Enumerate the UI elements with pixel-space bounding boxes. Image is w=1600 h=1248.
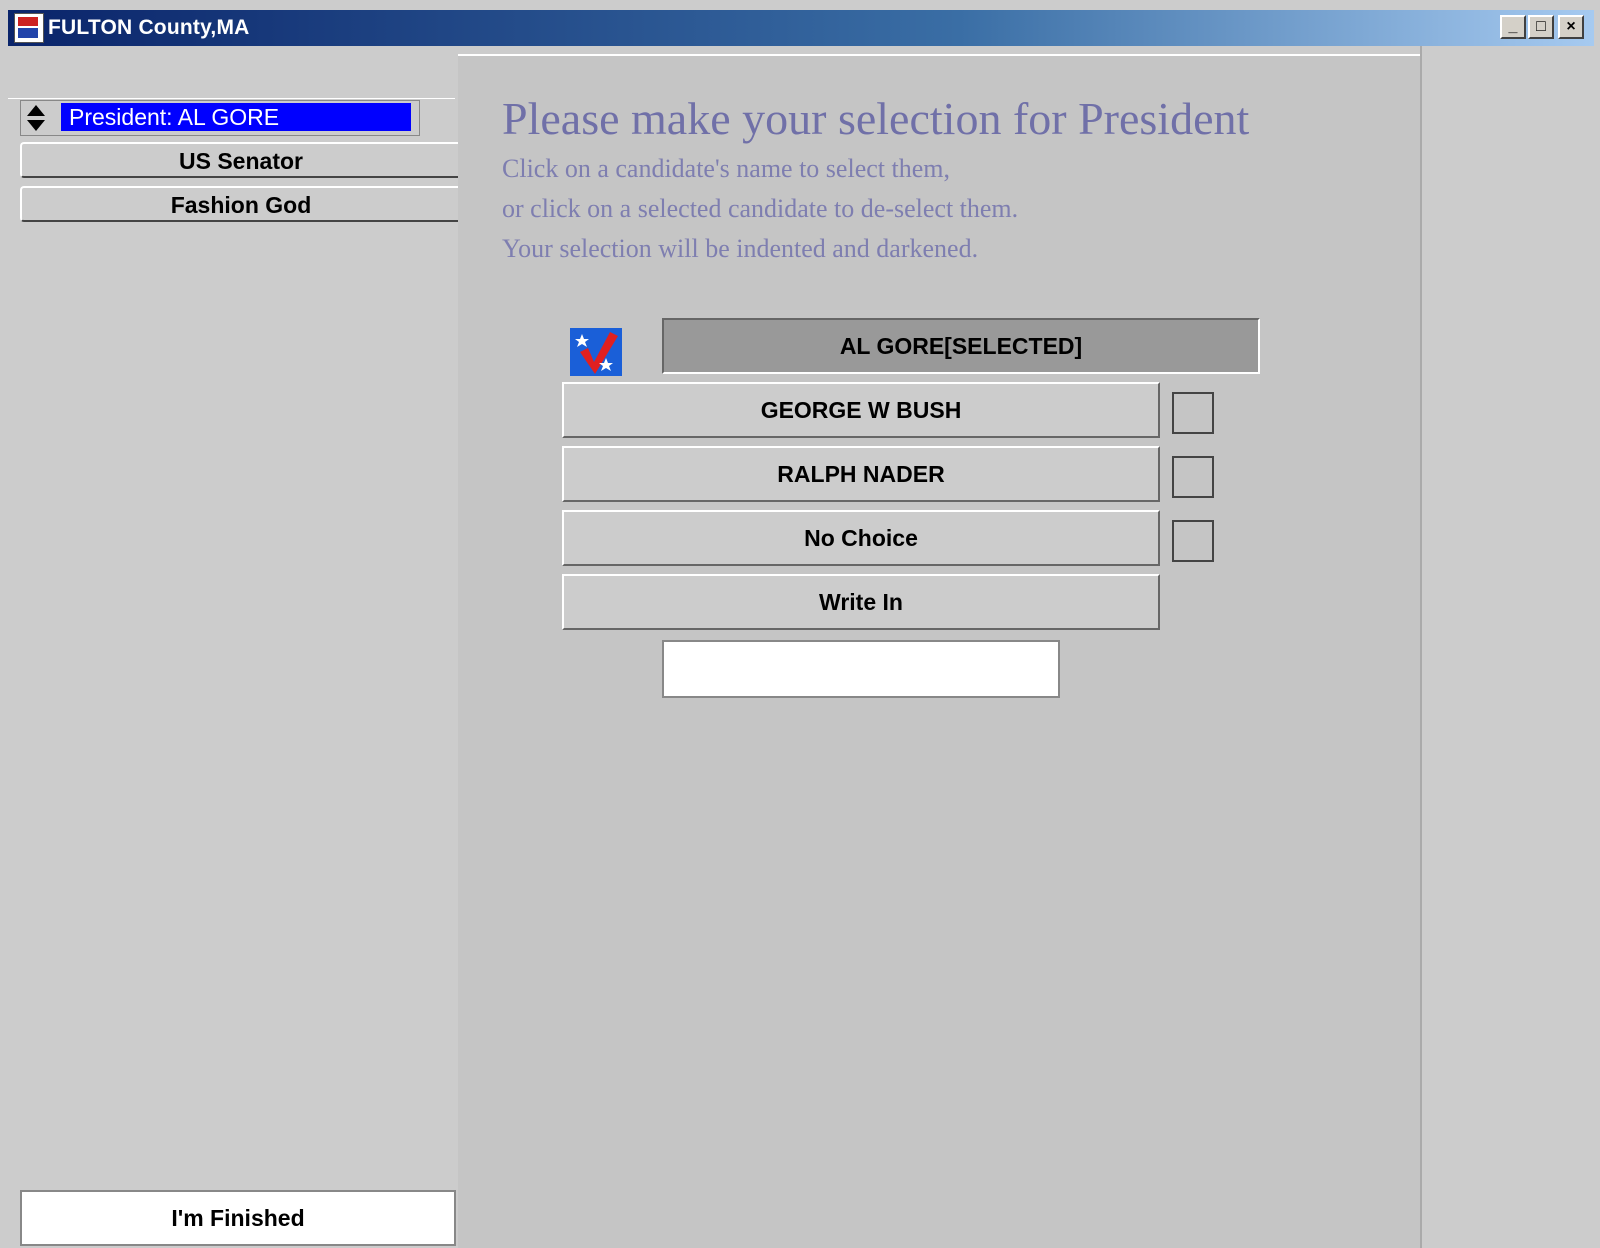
window-title: FULTON County,MA (48, 16, 250, 39)
race-item-us-senator[interactable]: US Senator (20, 142, 460, 178)
candidate-selected-al-gore[interactable]: AL GORE[SELECTED] (662, 318, 1260, 374)
maximize-button[interactable]: □ (1528, 15, 1554, 39)
ballot-app-icon (14, 13, 44, 43)
page-title: Please make your selection for President (502, 93, 1250, 144)
candidate-checkbox[interactable] (1172, 520, 1214, 562)
race-sidebar (8, 46, 456, 1248)
candidate-checkbox[interactable] (1172, 456, 1214, 498)
title-bar[interactable]: FULTON County,MA _ □ × (8, 10, 1594, 46)
candidate-checkbox[interactable] (1172, 392, 1214, 434)
candidate-ralph-nader[interactable]: RALPH NADER (562, 446, 1160, 502)
write-in-field[interactable] (662, 640, 1060, 698)
candidate-no-choice[interactable]: No Choice (562, 510, 1160, 566)
minimize-button[interactable]: _ (1500, 15, 1526, 39)
race-item-president[interactable]: President: AL GORE (20, 100, 420, 136)
instruction-line: Your selection will be indented and dark… (502, 234, 979, 263)
close-button[interactable]: × (1558, 15, 1584, 39)
race-item-fashion-god[interactable]: Fashion God (20, 186, 460, 222)
right-margin-panel (1420, 46, 1596, 1248)
sidebar-divider (8, 98, 455, 99)
voting-window: FULTON County,MA _ □ × President: AL GOR… (0, 0, 1600, 1248)
race-item-president-label: President: AL GORE (61, 103, 411, 131)
vote-checkmark-icon (570, 328, 622, 376)
write-in-button[interactable]: Write In (562, 574, 1160, 630)
finish-button[interactable]: I'm Finished (20, 1190, 456, 1246)
instruction-line: or click on a selected candidate to de-s… (502, 194, 1019, 223)
up-down-arrows-icon (27, 105, 45, 131)
instruction-line: Click on a candidate's name to select th… (502, 154, 950, 183)
candidate-george-w-bush[interactable]: GEORGE W BUSH (562, 382, 1160, 438)
